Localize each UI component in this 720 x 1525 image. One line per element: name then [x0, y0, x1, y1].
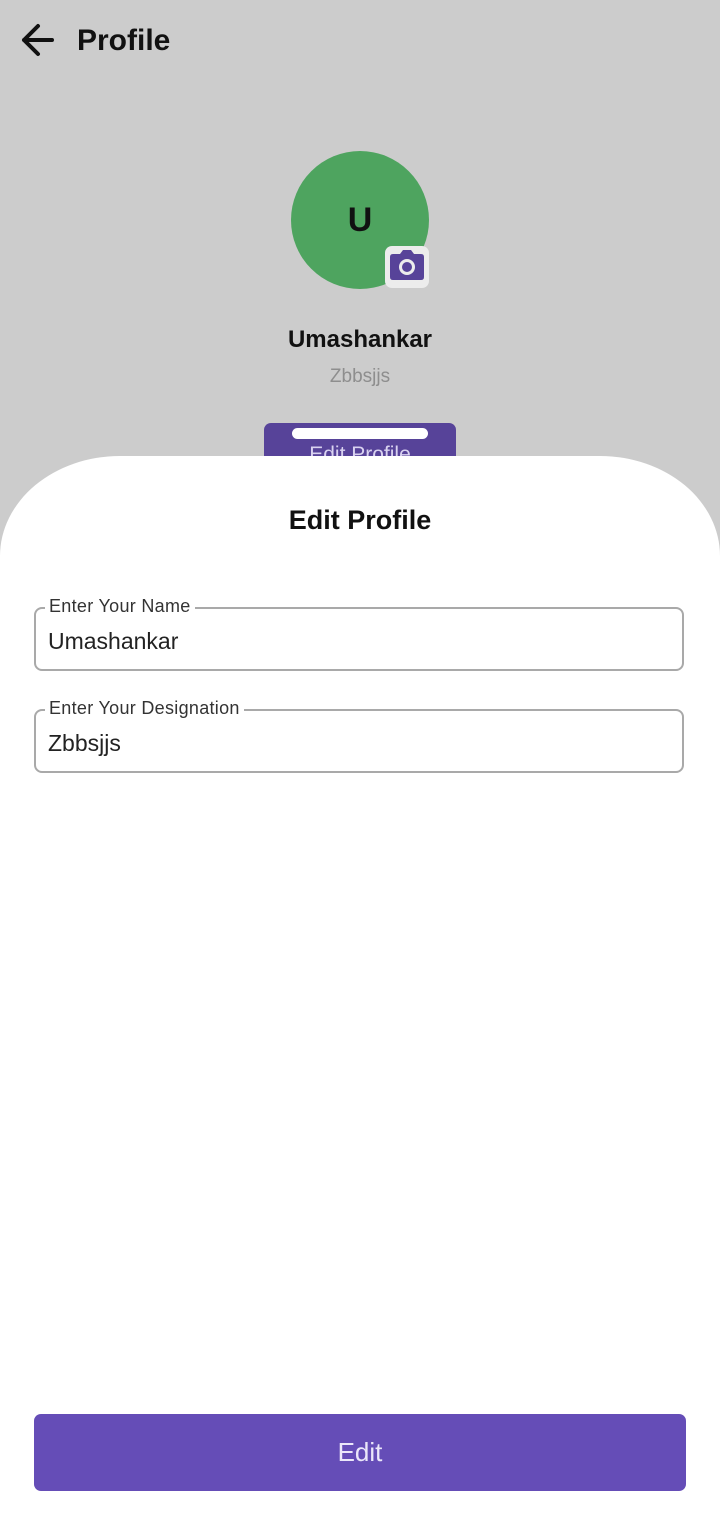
- app-bar: Profile: [0, 0, 720, 82]
- change-photo-button[interactable]: [385, 246, 429, 288]
- avatar-initial: U: [347, 200, 373, 239]
- profile-name: Umashankar: [287, 326, 433, 353]
- sheet-drag-handle[interactable]: [292, 428, 428, 439]
- name-field[interactable]: Enter Your Name Umashankar: [34, 595, 684, 671]
- designation-field-value[interactable]: Zbbsjjs: [48, 729, 121, 757]
- profile-designation: Zbbsjjs: [329, 366, 391, 387]
- arrow-left-icon[interactable]: [18, 22, 58, 58]
- designation-field[interactable]: Enter Your Designation Zbbsjjs: [34, 697, 684, 773]
- edit-profile-sheet: Edit Profile Enter Your Name Umashankar …: [0, 456, 720, 1525]
- designation-field-label: Enter Your Designation: [45, 697, 244, 719]
- name-field-label: Enter Your Name: [45, 595, 195, 617]
- name-field-value[interactable]: Umashankar: [48, 627, 178, 655]
- camera-icon: [389, 249, 425, 286]
- page-title: Profile: [77, 24, 171, 57]
- edit-button[interactable]: Edit: [34, 1414, 686, 1491]
- sheet-title: Edit Profile: [288, 505, 432, 535]
